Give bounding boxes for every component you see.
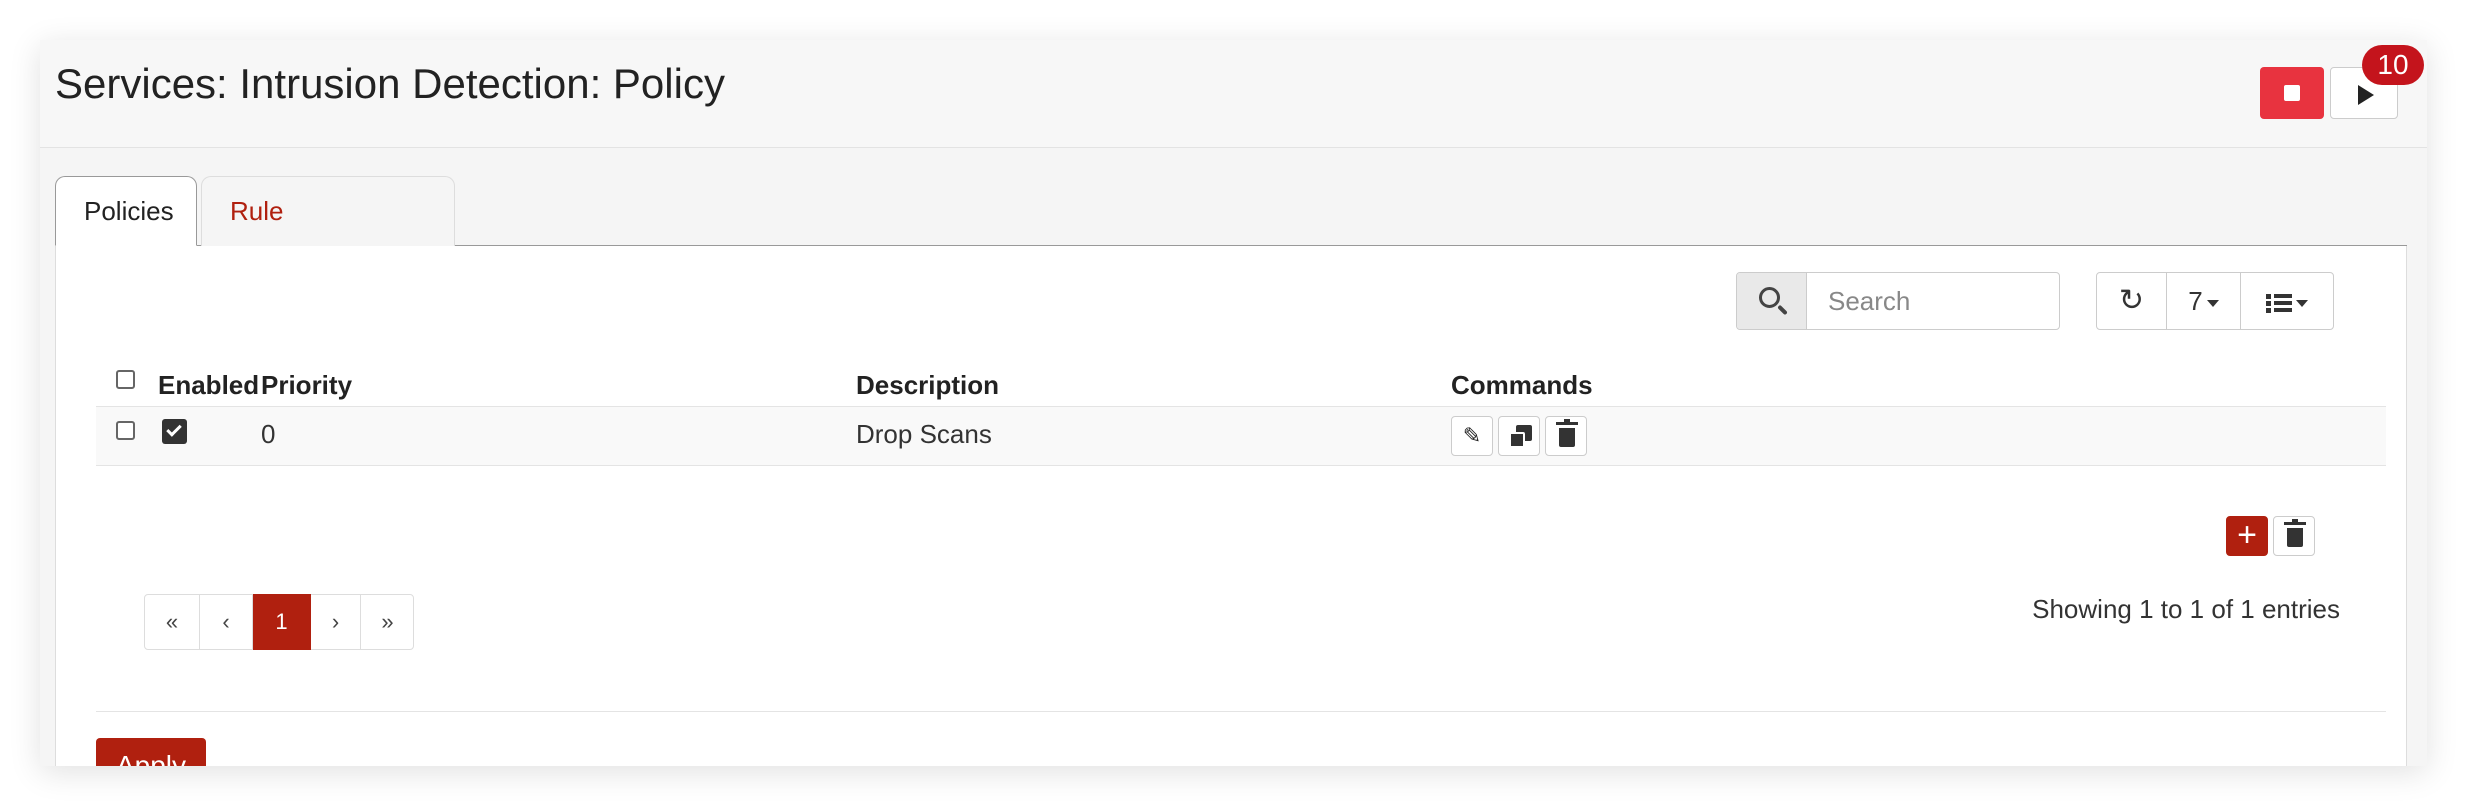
page-title: Services: Intrusion Detection: Policy bbox=[55, 60, 725, 107]
notification-badge: 10 bbox=[2362, 45, 2424, 85]
page-next-button[interactable]: › bbox=[311, 594, 361, 650]
search-box bbox=[1736, 272, 2060, 330]
clone-button[interactable] bbox=[1498, 416, 1540, 456]
refresh-button[interactable]: ↻ bbox=[2097, 273, 2167, 329]
row-select-checkbox[interactable] bbox=[116, 421, 135, 440]
play-icon bbox=[2358, 85, 2374, 105]
trash-icon bbox=[1556, 419, 1578, 447]
trash-icon bbox=[2284, 519, 2306, 547]
table-row: 0 Drop Scans ✎ bbox=[96, 406, 2386, 466]
priority-cell: 0 bbox=[261, 419, 276, 449]
page-prev-button[interactable]: ‹ bbox=[200, 594, 253, 650]
column-header-enabled[interactable]: Enabled bbox=[158, 370, 259, 401]
row-count-value: 7 bbox=[2188, 286, 2203, 316]
edit-button[interactable]: ✎ bbox=[1451, 416, 1493, 456]
add-policy-button[interactable]: + bbox=[2226, 516, 2268, 556]
column-header-description[interactable]: Description bbox=[856, 370, 999, 401]
stop-service-button[interactable] bbox=[2260, 67, 2324, 119]
caret-down-icon bbox=[2206, 299, 2219, 307]
page-container: Services: Intrusion Detection: Policy 10… bbox=[40, 40, 2427, 766]
table-header: Enabled Priority Description Commands bbox=[96, 356, 2386, 406]
title-bar: Services: Intrusion Detection: Policy 10 bbox=[40, 40, 2427, 148]
tab-policies[interactable]: Policies bbox=[55, 176, 197, 246]
delete-button[interactable] bbox=[1545, 416, 1587, 456]
page-1-button[interactable]: 1 bbox=[253, 594, 311, 650]
delete-selected-button[interactable] bbox=[2273, 516, 2315, 556]
pagination: « ‹ 1 › » bbox=[144, 594, 414, 650]
check-icon bbox=[166, 421, 182, 437]
stop-icon bbox=[2284, 85, 2300, 101]
row-count-dropdown[interactable]: 7 bbox=[2167, 273, 2241, 329]
list-icon bbox=[2266, 293, 2292, 314]
page-last-button[interactable]: » bbox=[361, 594, 414, 650]
policies-panel: ↻ 7 Enabled Priority Description Command… bbox=[55, 246, 2407, 766]
entries-info: Showing 1 to 1 of 1 entries bbox=[2032, 594, 2340, 624]
search-input[interactable] bbox=[1808, 273, 2058, 329]
column-header-commands: Commands bbox=[1451, 370, 1593, 400]
plus-icon: + bbox=[2237, 516, 2257, 554]
divider bbox=[96, 711, 2386, 712]
tab-bar: Policies Rule adjustments bbox=[55, 176, 2407, 294]
enabled-checkbox[interactable] bbox=[162, 419, 187, 444]
columns-dropdown[interactable] bbox=[2241, 273, 2333, 329]
pencil-icon: ✎ bbox=[1462, 423, 1482, 448]
description-cell: Drop Scans bbox=[856, 419, 992, 449]
search-icon bbox=[1737, 273, 1807, 329]
apply-button[interactable]: Apply bbox=[96, 738, 206, 766]
grid-toolbar: ↻ 7 bbox=[2096, 272, 2334, 330]
tab-rule-adjustments[interactable]: Rule adjustments bbox=[201, 176, 455, 294]
select-all-checkbox[interactable] bbox=[116, 370, 135, 389]
caret-down-icon bbox=[2296, 299, 2308, 307]
page-first-button[interactable]: « bbox=[145, 594, 200, 650]
column-header-priority[interactable]: Priority bbox=[261, 370, 352, 401]
refresh-icon: ↻ bbox=[2118, 284, 2145, 317]
